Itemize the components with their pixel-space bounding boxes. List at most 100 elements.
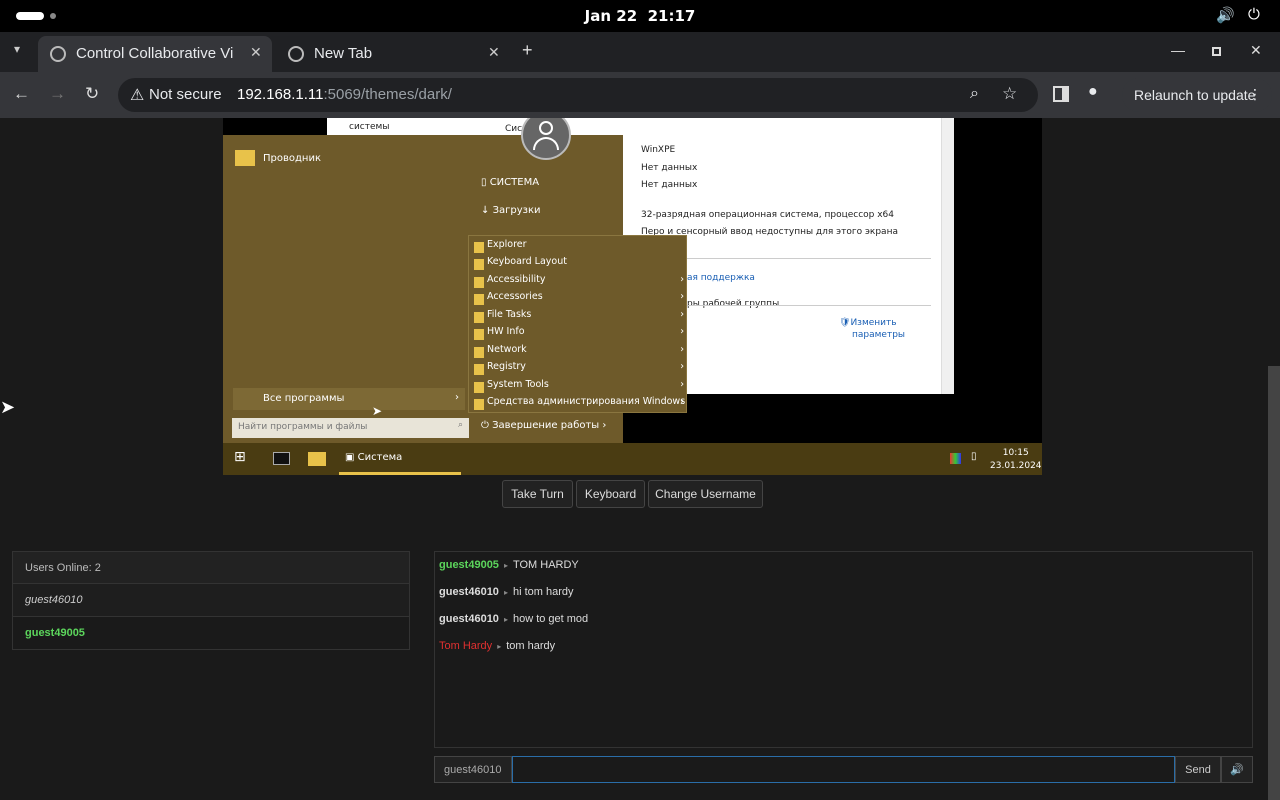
tray-usb-icon[interactable]: ▯	[971, 451, 977, 462]
syswin-text: 32-разрядная операционная система, проце…	[641, 210, 895, 220]
side-panel-icon[interactable]	[1053, 86, 1069, 102]
volume-icon[interactable]: 🔊	[1216, 6, 1235, 24]
change-settings-link[interactable]: 🛡Изменить	[839, 318, 897, 328]
url-path: :5069/themes/dark/	[323, 86, 452, 103]
submenu-item[interactable]: Accessories ›	[472, 291, 684, 308]
windows-start-icon[interactable]: ⊞	[234, 449, 246, 465]
syswin-text: ры рабочей группы	[687, 299, 780, 309]
page-content: системы Сис WinXPE Нет данных Нет данных…	[0, 118, 1280, 800]
bookmark-star-icon[interactable]: ☆	[1002, 84, 1017, 104]
syswin-text: Нет данных	[641, 163, 698, 173]
start-search-input[interactable]: Найти программы и файлы ⌕	[232, 418, 469, 438]
chat-input-bar: guest46010 Send 🔊	[434, 756, 1253, 783]
relaunch-to-update-button[interactable]: Relaunch to update ⋮	[1122, 78, 1272, 112]
start-link-system[interactable]: ▯ СИСТЕМА	[481, 177, 539, 188]
chat-message: guest46010 ▸ hi tom hardy	[439, 586, 574, 598]
take-turn-button[interactable]: Take Turn	[502, 480, 573, 508]
warning-triangle-icon[interactable]: ⚠	[130, 85, 144, 105]
tab-new-tab[interactable]: New Tab ✕	[276, 36, 510, 72]
globe-icon	[50, 46, 66, 62]
system-top-bar: Jan 22 21:17 🔊 ⏻	[0, 0, 1280, 32]
profile-icon[interactable]: ●	[1088, 83, 1098, 101]
close-window-icon[interactable]: ✕	[1250, 42, 1262, 59]
submenu-item[interactable]: System Tools ›	[472, 379, 684, 396]
change-settings-link[interactable]: параметры	[852, 330, 905, 340]
submenu-item[interactable]: Explorer	[472, 239, 684, 256]
pinned-explorer[interactable]: Проводник	[235, 150, 321, 166]
terminal-icon[interactable]	[273, 452, 290, 465]
not-secure-label[interactable]: Not secure	[149, 86, 222, 103]
vm-screen[interactable]: системы Сис WinXPE Нет данных Нет данных…	[223, 118, 1042, 475]
vm-taskbar: ⊞ ▣ Система ▯ 10:15 23.01.2024	[223, 443, 1042, 475]
address-bar[interactable]: ⚠ Not secure 192.168.1.11:5069/themes/da…	[118, 78, 1038, 112]
computer-icon: ▯	[481, 177, 487, 188]
start-link-downloads[interactable]: ↓ Загрузки	[481, 205, 541, 216]
power-icon[interactable]: ⏻	[1248, 6, 1260, 23]
submenu-item[interactable]: Средства администрирования Windows ›	[472, 396, 685, 413]
active-app-indicator	[339, 472, 461, 475]
chrome-icon	[288, 46, 304, 62]
tab-title: Control Collaborative Vi	[76, 45, 234, 62]
folder-icon	[235, 150, 255, 166]
forward-arrow-icon[interactable]: →	[49, 84, 66, 104]
shutdown-button[interactable]: ⏻ Завершение работы ›	[481, 420, 606, 431]
close-tab-icon[interactable]: ✕	[250, 44, 262, 61]
tab-title: New Tab	[314, 45, 373, 62]
close-tab-icon[interactable]: ✕	[488, 44, 500, 61]
chat-username[interactable]: guest46010	[439, 613, 499, 625]
syswin-text: Нет данных	[641, 180, 698, 190]
send-button[interactable]: Send	[1175, 756, 1221, 783]
submenu-item[interactable]: Registry ›	[472, 361, 684, 378]
chat-message: guest49005 ▸ TOM HARDY	[439, 559, 579, 571]
submenu-item[interactable]: Network ›	[472, 344, 684, 361]
browser-tab-strip: ▾ Control Collaborative Vi ✕ New Tab ✕ +…	[0, 32, 1280, 72]
all-programs-button[interactable]: Все программы ›	[233, 388, 465, 410]
chat-text: TOM HARDY	[512, 559, 579, 571]
syswin-scrollbar[interactable]	[941, 118, 954, 394]
divider	[645, 305, 931, 306]
syswin-text: Сис	[505, 124, 523, 134]
chat-username[interactable]: guest49005	[439, 559, 499, 571]
user-list-item[interactable]: guest46010	[13, 584, 409, 617]
chat-username[interactable]: guest46010	[439, 586, 499, 598]
search-icon: ⌕	[457, 420, 463, 430]
divider	[645, 258, 931, 259]
chat-message: guest46010 ▸ how to get mod	[439, 613, 589, 625]
tray-color-icon[interactable]	[950, 453, 961, 464]
chat-message-input[interactable]	[512, 756, 1175, 783]
browser-toolbar: ← → ↻ ⚠ Not secure 192.168.1.11:5069/the…	[0, 72, 1280, 118]
system-clock[interactable]: Jan 22 21:17	[0, 7, 1280, 25]
maximize-icon[interactable]	[1212, 47, 1221, 56]
keyboard-button[interactable]: Keyboard	[576, 480, 645, 508]
submenu-item[interactable]: Keyboard Layout	[472, 256, 684, 273]
chat-message: Tom Hardy ▸ tom hardy	[439, 640, 556, 652]
submenu-item[interactable]: File Tasks ›	[472, 309, 684, 326]
syswin-text: WinXPE	[641, 145, 676, 155]
syswin-text: системы	[349, 122, 390, 132]
zoom-magnifier-icon[interactable]: ⌕	[970, 85, 979, 103]
back-arrow-icon[interactable]: ←	[13, 84, 30, 104]
support-link[interactable]: ая поддержка	[687, 273, 755, 283]
tab-control-collaborative[interactable]: Control Collaborative Vi ✕	[38, 36, 272, 72]
user-list-item[interactable]: guest49005	[13, 617, 409, 650]
change-username-button[interactable]: Change Username	[648, 480, 763, 508]
chat-text: how to get mod	[512, 613, 589, 625]
chat-sound-toggle-icon[interactable]: 🔊	[1221, 756, 1253, 783]
minimize-icon[interactable]: —	[1171, 42, 1185, 58]
vm-clock[interactable]: 10:15 23.01.2024	[990, 447, 1042, 473]
users-online-header: Users Online: 2	[13, 552, 409, 584]
download-icon: ↓	[481, 205, 490, 216]
users-online-panel: Users Online: 2 guest46010 guest49005	[12, 551, 410, 650]
new-tab-plus-icon[interactable]: +	[522, 40, 533, 61]
taskbar-app-system[interactable]: ▣ Система	[345, 452, 402, 463]
tab-search-chevron-icon[interactable]: ▾	[14, 42, 20, 56]
chat-text: tom hardy	[506, 640, 556, 652]
chat-username-label: guest46010	[434, 756, 512, 783]
kebab-menu-icon[interactable]: ⋮	[1248, 86, 1262, 103]
page-scrollbar[interactable]	[1268, 366, 1280, 800]
reload-icon[interactable]: ↻	[85, 84, 99, 104]
chat-username[interactable]: Tom Hardy	[439, 640, 492, 652]
submenu-item[interactable]: Accessibility ›	[472, 274, 684, 291]
submenu-item[interactable]: HW Info ›	[472, 326, 684, 343]
folder-icon[interactable]	[308, 452, 326, 466]
